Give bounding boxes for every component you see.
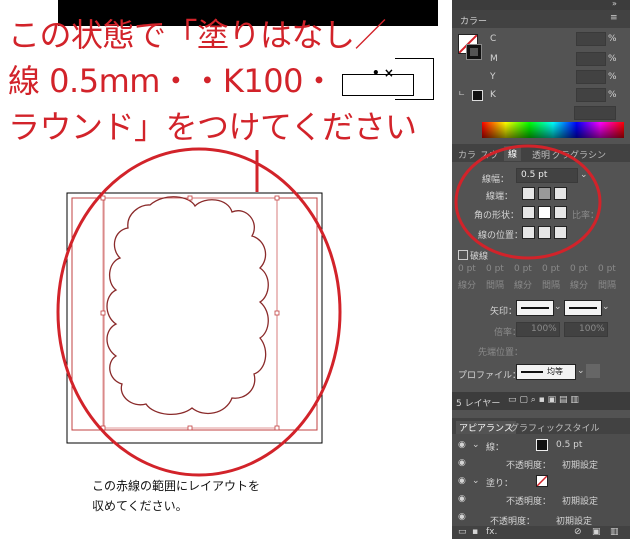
dock-collapse-icon[interactable]: » [612, 0, 617, 8]
appearance-row-3-label[interactable]: 塗り： [486, 476, 513, 489]
channel-input-m[interactable] [576, 52, 606, 66]
eye-icon[interactable]: ◉ [458, 512, 466, 522]
color-panel-header: カラー ≡ [452, 10, 630, 28]
right-panel-dock: » カラー ≡ ㄴ C % M % Y % K % カラ スウ 線 透明 グラ … [452, 0, 630, 539]
hex-input[interactable] [574, 106, 616, 120]
tab-graphic-styles[interactable]: グラフィックスタイル [510, 421, 600, 434]
profile-select[interactable]: 均等 [516, 364, 576, 380]
selection-box [102, 197, 278, 429]
delete-icon[interactable]: ▥ [610, 527, 619, 537]
duplicate-icon[interactable]: ▣ [592, 527, 601, 537]
appearance-footer: ▭ ▪ fx. ⊘ ▣ ▥ [452, 526, 630, 539]
instruction-line-2: 収めてください。 [92, 499, 188, 513]
eye-icon[interactable]: ◉ [458, 494, 466, 504]
outer-frame [66, 192, 323, 444]
appearance-row-1-value[interactable]: 0.5 pt [556, 440, 582, 450]
profile-label: プロファイル： [458, 371, 522, 381]
layers-count-label[interactable]: 5 レイヤー [456, 396, 500, 409]
arrow-label: 矢印： [490, 307, 518, 317]
callout-line-3: ラウンド」をつけてください [8, 108, 417, 146]
fill-none-swatch[interactable] [536, 475, 548, 487]
profile-value: 均等 [547, 367, 563, 376]
instruction-line-1: この赤線の範囲にレイアウトを [92, 479, 261, 493]
channel-label-y: Y [490, 72, 496, 82]
dash-value-4[interactable]: 0 pt [542, 264, 560, 274]
channel-input-y[interactable] [576, 70, 606, 84]
profile-flip-icon[interactable] [586, 364, 600, 378]
new-item-icon[interactable]: ▭ [458, 527, 467, 537]
dash-header-3: 線分 [514, 281, 533, 291]
arrow-start-chevron-icon[interactable]: ⌄ [554, 302, 562, 312]
layers-bar: 5 レイヤー ▭ ▢ ⌕ ▪ ▣ ▤ ▥ [452, 392, 630, 410]
artboard-canvas[interactable]: • × この状態で「塗りはなし／ 線 0.5mm・・K100・ ラウンド」をつけ… [0, 0, 452, 539]
scale-value-start: 100% [531, 324, 557, 334]
scale-value-end: 100% [579, 324, 605, 334]
appearance-row-4-value[interactable]: 初期設定 [562, 494, 598, 507]
layer-tool-icons[interactable]: ▭ ▢ ⌕ ▪ ▣ ▤ ▥ [508, 395, 579, 405]
dash-grid: 0 pt 0 pt 0 pt 0 pt 0 pt 0 pt 線分 間隔 線分 間… [456, 262, 626, 291]
profile-chevron-icon[interactable]: ⌄ [577, 366, 585, 376]
fx-button[interactable]: fx. [486, 527, 497, 537]
selection-handles [100, 195, 280, 431]
arrow-align-label: 先端位置： [478, 348, 524, 358]
appearance-row-2-value[interactable]: 初期設定 [562, 458, 598, 471]
clear-icon[interactable]: ⊘ [574, 527, 582, 537]
expand-icon[interactable]: ⌄ [472, 440, 480, 450]
appearance-row-1-label[interactable]: 線： [486, 440, 504, 453]
stroke-color-swatch[interactable] [536, 439, 548, 451]
dash-value-1[interactable]: 0 pt [458, 264, 476, 274]
appearance-list: ◉ ⌄ 線： 0.5 pt ◉ 不透明度： 初期設定 ◉ ⌄ 塗り： ◉ 不透明… [452, 434, 630, 539]
tab-appearance[interactable]: アピアランス [456, 421, 516, 434]
appearance-row-2-label[interactable]: 不透明度： [506, 458, 551, 471]
color-panel-title[interactable]: カラー [460, 14, 487, 27]
cloud-shape [106, 196, 269, 415]
channel-label-c: C [490, 34, 497, 44]
channel-unit-c: % [608, 34, 617, 44]
arrow-start-select[interactable] [516, 300, 554, 316]
dash-value-5[interactable]: 0 pt [570, 264, 588, 274]
stroke-swatch[interactable] [466, 44, 482, 60]
channel-unit-y: % [608, 72, 617, 82]
appearance-row-4-label[interactable]: 不透明度： [506, 494, 551, 507]
expand-icon[interactable]: ⌄ [472, 476, 480, 486]
channel-input-c[interactable] [576, 32, 606, 46]
black-swatch[interactable] [472, 90, 483, 101]
channel-label-m: M [490, 54, 498, 64]
callout-line-1: この状態で「塗りはなし／ [8, 16, 387, 54]
scale-input-end[interactable]: 100% [564, 322, 608, 337]
dock-top-bar: » [452, 0, 630, 10]
channel-unit-m: % [608, 54, 617, 64]
dash-header-2: 間隔 [486, 281, 505, 291]
dash-value-2[interactable]: 0 pt [486, 264, 504, 274]
channel-label-k: K [490, 90, 496, 100]
arrow-end-chevron-icon[interactable]: ⌄ [602, 302, 610, 312]
dash-header-6: 間隔 [598, 281, 617, 291]
reset-colors-icon[interactable]: ㄴ [458, 88, 467, 98]
dash-header-5: 線分 [570, 281, 589, 291]
instruction-text: この赤線の範囲にレイアウトを 収めてください。 [92, 476, 260, 516]
dash-value-6[interactable]: 0 pt [598, 264, 616, 274]
dash-header-1: 線分 [458, 281, 477, 291]
channel-input-k[interactable] [576, 88, 606, 102]
color-spectrum[interactable] [482, 122, 624, 138]
appearance-tabbar: アピアランス グラフィックスタイル [452, 418, 630, 434]
dash-value-3[interactable]: 0 pt [514, 264, 532, 274]
dashed-label: 破線 [470, 252, 489, 262]
eye-icon[interactable]: ◉ [458, 440, 466, 450]
eye-icon[interactable]: ◉ [458, 476, 466, 486]
channel-unit-k: % [608, 90, 617, 100]
dashed-checkbox[interactable] [458, 250, 468, 260]
callout-line-2: 線 0.5mm・・K100・ [8, 62, 335, 100]
panel-menu-icon[interactable]: ≡ [610, 13, 618, 23]
scale-input-start[interactable]: 100% [516, 322, 560, 337]
eye-icon[interactable]: ◉ [458, 458, 466, 468]
arrow-end-select[interactable] [564, 300, 602, 316]
new-fill-icon[interactable]: ▪ [472, 527, 478, 537]
callout-text: この状態で「塗りはなし／ 線 0.5mm・・K100・ ラウンド」をつけてくださ… [8, 12, 528, 150]
dash-header-4: 間隔 [542, 281, 561, 291]
